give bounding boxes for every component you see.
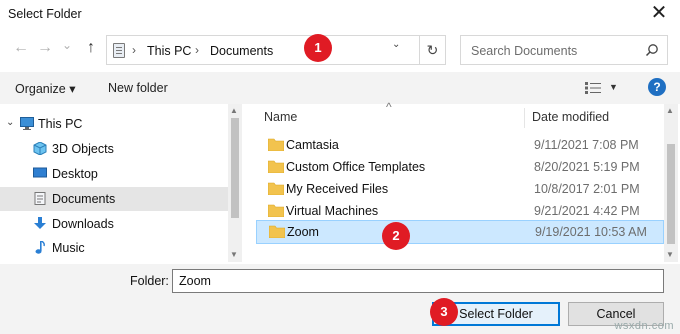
this-pc-icon xyxy=(20,117,34,130)
recent-locations-icon[interactable]: ⌄ xyxy=(58,36,76,54)
sidebar-item-label: This PC xyxy=(38,117,83,131)
forward-arrow-icon[interactable]: → xyxy=(36,39,54,57)
navigation-pane: ⌄ This PC 3D Objects Desktop Documents D… xyxy=(0,110,228,260)
column-header-name[interactable]: Name xyxy=(264,110,297,124)
table-row[interactable]: Custom Office Templates 8/20/2021 5:19 P… xyxy=(256,156,664,178)
file-name: Custom Office Templates xyxy=(286,160,426,174)
sidebar-item-label: Documents xyxy=(52,192,116,206)
back-arrow-icon[interactable]: ← xyxy=(12,39,30,57)
file-name: Virtual Machines xyxy=(286,204,379,218)
breadcrumb-this-pc[interactable]: This PC xyxy=(147,44,191,58)
folder-icon xyxy=(268,204,284,217)
annotation-badge-3: 3 xyxy=(430,298,458,326)
sidebar-item-this-pc[interactable]: ⌄ This PC xyxy=(0,112,228,136)
documents-location-icon xyxy=(113,43,125,58)
breadcrumb-separator: › xyxy=(195,43,199,57)
sidebar-scroll-thumb[interactable] xyxy=(231,118,239,218)
annotation-badge-1: 1 xyxy=(304,34,332,62)
breadcrumb-separator: › xyxy=(132,43,136,57)
annotation-badge-2: 2 xyxy=(382,222,410,250)
table-row-selected[interactable]: Zoom 9/19/2021 10:53 AM xyxy=(256,220,664,244)
folder-field-label: Folder: xyxy=(130,274,169,288)
file-list: ^ Name Date modified Camtasia 9/11/2021 … xyxy=(256,100,664,262)
help-icon[interactable]: ? xyxy=(648,78,666,96)
file-list-scrollbar[interactable]: ▲ ▼ xyxy=(664,104,678,262)
watermark-text: wsxdn.com xyxy=(614,320,674,332)
view-dropdown-icon[interactable]: ▼ xyxy=(609,82,618,92)
scroll-up-icon[interactable]: ▲ xyxy=(230,106,238,115)
new-folder-button[interactable]: New folder xyxy=(108,81,168,95)
close-icon[interactable]: ✕ xyxy=(648,3,670,23)
sidebar-item-label: Music xyxy=(52,241,85,255)
file-name: Zoom xyxy=(287,225,319,239)
dialog-footer: Folder: Select Folder Cancel wsxdn.com xyxy=(0,264,680,334)
search-placeholder: Search Documents xyxy=(471,44,578,58)
organize-menu[interactable]: Organize ▾ xyxy=(15,81,75,96)
folder-icon xyxy=(268,138,284,151)
sidebar-item-desktop[interactable]: Desktop xyxy=(0,162,228,186)
sidebar-item-music[interactable]: Music xyxy=(0,236,228,260)
sidebar-item-label: Desktop xyxy=(52,167,98,181)
up-arrow-icon[interactable]: ↑ xyxy=(82,39,100,57)
sidebar-scrollbar[interactable]: ▲ ▼ xyxy=(228,104,242,262)
scroll-up-icon[interactable]: ▲ xyxy=(666,106,674,115)
desktop-icon xyxy=(33,167,47,178)
breadcrumb-documents[interactable]: Documents xyxy=(210,44,273,58)
folder-name-input[interactable] xyxy=(172,269,664,293)
file-date: 10/8/2017 2:01 PM xyxy=(534,182,640,196)
music-icon xyxy=(35,241,45,254)
sort-caret-icon: ^ xyxy=(386,100,392,114)
command-toolbar: Organize ▾ New folder ▼ xyxy=(0,72,680,104)
file-list-scroll-thumb[interactable] xyxy=(667,144,675,244)
window-title: Select Folder xyxy=(8,7,82,21)
file-date: 9/11/2021 7:08 PM xyxy=(534,138,639,152)
sidebar-item-label: Downloads xyxy=(52,217,114,231)
table-row[interactable]: Camtasia 9/11/2021 7:08 PM xyxy=(256,134,664,156)
file-date: 9/19/2021 10:53 AM xyxy=(535,225,647,239)
folder-icon xyxy=(268,160,284,173)
address-bar[interactable]: › This PC › Documents xyxy=(106,35,420,65)
address-dropdown-icon[interactable]: ⌄ xyxy=(392,39,400,50)
search-box[interactable]: Search Documents xyxy=(460,35,668,65)
file-date: 8/20/2021 5:19 PM xyxy=(534,160,640,174)
column-header-date[interactable]: Date modified xyxy=(532,110,609,124)
title-bar: Select Folder ✕ xyxy=(0,0,680,28)
sidebar-item-downloads[interactable]: Downloads xyxy=(0,212,228,236)
refresh-icon[interactable]: ↻ xyxy=(420,35,446,65)
sidebar-item-documents[interactable]: Documents xyxy=(0,187,228,211)
downloads-icon xyxy=(34,217,46,229)
documents-icon xyxy=(34,192,46,205)
folder-icon xyxy=(268,182,284,195)
table-row[interactable]: My Received Files 10/8/2017 2:01 PM xyxy=(256,178,664,200)
view-options-icon[interactable] xyxy=(585,82,601,94)
search-icon xyxy=(645,44,658,57)
file-date: 9/21/2021 4:42 PM xyxy=(534,204,640,218)
sidebar-item-label: 3D Objects xyxy=(52,142,114,156)
folder-icon xyxy=(269,225,285,238)
column-divider[interactable] xyxy=(524,108,525,128)
file-name: My Received Files xyxy=(286,182,389,196)
file-name: Camtasia xyxy=(286,138,339,152)
scroll-down-icon[interactable]: ▼ xyxy=(230,250,238,259)
sidebar-item-3d-objects[interactable]: 3D Objects xyxy=(0,137,228,161)
chevron-down-icon[interactable]: ⌄ xyxy=(6,117,14,128)
3d-objects-icon xyxy=(33,142,47,155)
scroll-down-icon[interactable]: ▼ xyxy=(666,250,674,259)
table-row[interactable]: Virtual Machines 9/21/2021 4:42 PM xyxy=(256,200,664,222)
